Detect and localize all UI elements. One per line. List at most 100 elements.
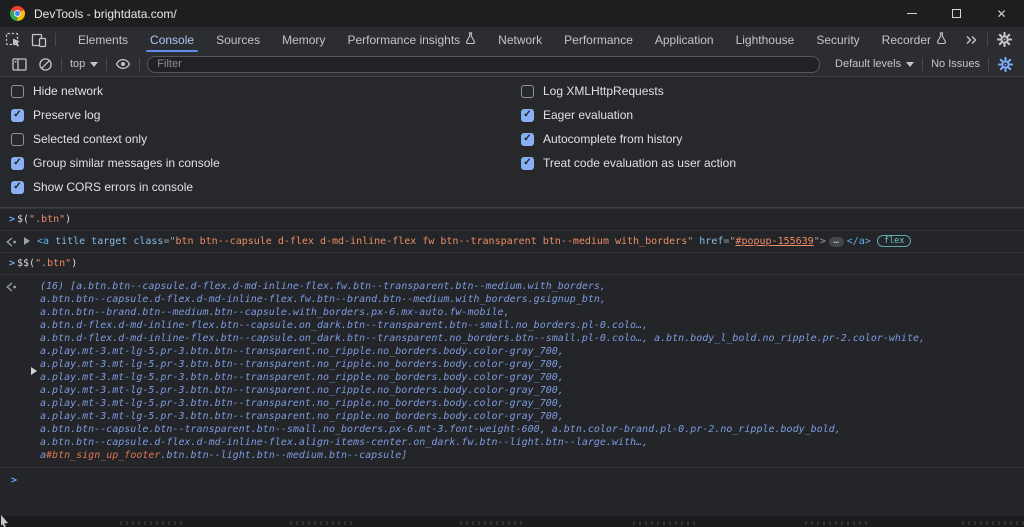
- setting-treat-code-evaluation-as-user-action[interactable]: Treat code evaluation as user action: [512, 151, 1024, 175]
- clear-console-button[interactable]: [32, 57, 58, 72]
- setting-preserve-log[interactable]: Preserve log: [0, 103, 512, 127]
- context-selector[interactable]: top: [65, 58, 103, 70]
- tab-label: Performance: [564, 33, 633, 47]
- separator: [61, 58, 62, 71]
- array-preview-line: a.btn.d-flex.d-md-inline-flex.btn--capsu…: [40, 332, 1024, 345]
- eval-result-marker: [5, 282, 18, 292]
- window-title: DevTools - brightdata.com/: [34, 7, 177, 21]
- maximize-button[interactable]: [934, 0, 979, 27]
- tab-performance-insights[interactable]: Performance insights: [336, 27, 487, 52]
- array-preview-line: a.play.mt-3.mt-lg-5.pr-3.btn.btn--transp…: [40, 397, 1024, 410]
- tab-recorder[interactable]: Recorder: [871, 27, 958, 52]
- minimize-button[interactable]: [889, 0, 934, 27]
- checkbox-checked[interactable]: [11, 157, 24, 170]
- log-levels-dropdown[interactable]: Default levels: [830, 58, 919, 70]
- minimize-icon: [907, 13, 917, 14]
- expand-triangle-icon[interactable]: [31, 367, 37, 375]
- device-toolbar-button[interactable]: [26, 27, 52, 52]
- console-sidebar-toggle-button[interactable]: [6, 58, 32, 71]
- array-preview-line: a.play.mt-3.mt-lg-5.pr-3.btn.btn--transp…: [40, 345, 1024, 358]
- sidebar-panel-icon: [12, 58, 27, 71]
- code-token: a.btn.d-flex.d-md-inline-flex.btn--capsu…: [40, 333, 925, 344]
- setting-eager-evaluation[interactable]: Eager evaluation: [512, 103, 1024, 127]
- separator: [139, 58, 140, 71]
- eval-result-icon: [5, 237, 17, 247]
- tab-lighthouse[interactable]: Lighthouse: [725, 27, 806, 52]
- separator: [988, 58, 989, 71]
- href-link[interactable]: #popup-155639: [735, 236, 813, 247]
- separator: [55, 33, 56, 46]
- flex-adorner-badge[interactable]: flex: [877, 235, 911, 247]
- devtools-window: { "window": { "title": "DevTools - brigh…: [0, 0, 1024, 527]
- tab-security[interactable]: Security: [805, 27, 870, 52]
- setting-show-cors-errors-in-console[interactable]: Show CORS errors in console: [0, 175, 512, 199]
- beaker-icon-wrap: [465, 32, 476, 47]
- array-preview-line: a.btn.btn--brand.btn--medium.btn--capsul…: [40, 306, 1024, 319]
- tab-label: Network: [498, 33, 542, 47]
- device-toolbar-icon: [31, 32, 47, 48]
- inspect-element-button[interactable]: [0, 27, 26, 52]
- code-token: $(: [17, 214, 29, 225]
- tab-sources[interactable]: Sources: [205, 27, 271, 52]
- issues-counter[interactable]: No Issues: [926, 58, 985, 70]
- array-preview-line: a.play.mt-3.mt-lg-5.pr-3.btn.btn--transp…: [40, 410, 1024, 423]
- console-settings-button[interactable]: [992, 57, 1018, 72]
- setting-group-similar-messages-in-console[interactable]: Group similar messages in console: [0, 151, 512, 175]
- checkbox-label: Hide network: [33, 84, 103, 98]
- filter-input[interactable]: [147, 56, 820, 73]
- devtools-settings-button[interactable]: [991, 32, 1017, 47]
- array-preview-line: a.play.mt-3.mt-lg-5.pr-3.btn.btn--transp…: [40, 358, 1024, 371]
- setting-log-xmlhttprequests[interactable]: Log XMLHttpRequests: [512, 79, 1024, 103]
- close-button[interactable]: ✕: [979, 0, 1024, 27]
- tab-application[interactable]: Application: [644, 27, 725, 52]
- code-token: ): [71, 258, 77, 269]
- tab-network[interactable]: Network: [487, 27, 553, 52]
- taskbar-hint: [460, 521, 522, 525]
- array-preview-block: (16) [a.btn.btn--capsule.d-flex.d-md-inl…: [0, 275, 1024, 467]
- settings-col-left: Hide network Preserve logSelected context…: [0, 79, 512, 199]
- tab-memory[interactable]: Memory: [271, 27, 336, 52]
- code-token: a.play.mt-3.mt-lg-5.pr-3.btn.btn--transp…: [40, 385, 564, 396]
- code-token: $$(: [17, 258, 35, 269]
- code-token: a.play.mt-3.mt-lg-5.pr-3.btn.btn--transp…: [40, 411, 564, 422]
- code-token: (16) [a.btn.btn--capsule.d-flex.d-md-inl…: [40, 281, 606, 292]
- checkbox-checked[interactable]: [521, 109, 534, 122]
- console-input-chevron-icon: >: [9, 213, 16, 226]
- devtools-menu-button[interactable]: [1017, 33, 1024, 47]
- expand-ellipsis-button[interactable]: …: [829, 237, 844, 247]
- console-log[interactable]: >$(".btn")<a title target class="btn btn…: [0, 208, 1024, 487]
- setting-autocomplete-from-history[interactable]: Autocomplete from history: [512, 127, 1024, 151]
- more-tabs-button[interactable]: [958, 33, 984, 47]
- chevron-down-icon: [90, 62, 98, 67]
- array-preview-line: a.btn.btn--capsule.d-flex.d-md-inline-fl…: [40, 293, 1024, 306]
- checkbox-checked[interactable]: [521, 133, 534, 146]
- tab-label: Memory: [282, 33, 325, 47]
- setting-hide-network[interactable]: Hide network: [0, 79, 512, 103]
- checkbox-checked[interactable]: [11, 181, 24, 194]
- checkbox-unchecked[interactable]: [11, 85, 24, 98]
- tab-performance[interactable]: Performance: [553, 27, 644, 52]
- code-token: a.play.mt-3.mt-lg-5.pr-3.btn.btn--transp…: [40, 372, 564, 383]
- console-prompt-chevron-icon: >: [11, 474, 18, 487]
- beaker-icon: [465, 32, 476, 44]
- setting-selected-context-only[interactable]: Selected context only: [0, 127, 512, 151]
- code-token: </a>: [847, 236, 871, 247]
- checkbox-checked[interactable]: [11, 109, 24, 122]
- tab-elements[interactable]: Elements: [67, 27, 139, 52]
- checkbox-label: Treat code evaluation as user action: [543, 156, 736, 170]
- gear-icon: [998, 57, 1013, 72]
- element-preview-text: <a title target class="btn btn--capsule …: [37, 235, 911, 248]
- code-token: ".btn": [35, 258, 71, 269]
- console-prompt[interactable]: >: [0, 468, 1024, 487]
- tab-console[interactable]: Console: [139, 27, 205, 52]
- beaker-icon-wrap: [936, 32, 947, 47]
- taskbar-hint: [805, 521, 867, 525]
- expand-triangle-icon[interactable]: [24, 237, 30, 245]
- checkbox-unchecked[interactable]: [521, 85, 534, 98]
- titlebar: DevTools - brightdata.com/ ✕: [0, 0, 1024, 27]
- taskbar-hint: [633, 521, 695, 525]
- console-input-chevron-icon: >: [9, 257, 16, 270]
- checkbox-unchecked[interactable]: [11, 133, 24, 146]
- checkbox-checked[interactable]: [521, 157, 534, 170]
- live-expression-button[interactable]: [110, 58, 136, 70]
